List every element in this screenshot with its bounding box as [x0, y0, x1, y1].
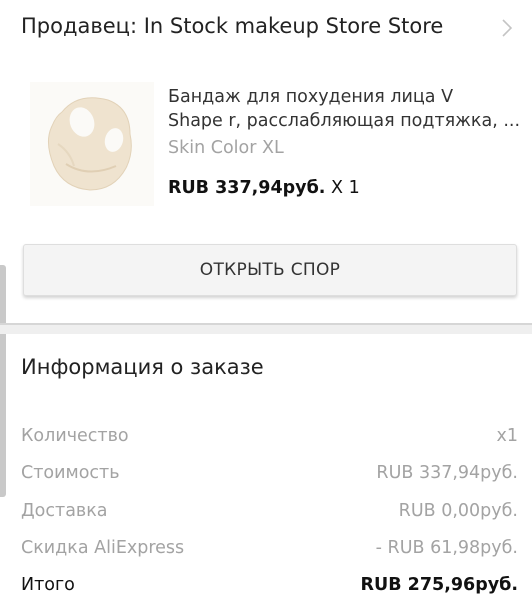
info-label: Количество	[21, 426, 129, 446]
info-value: x1	[496, 426, 519, 446]
product-image[interactable]	[30, 82, 154, 206]
section-gap	[0, 325, 532, 334]
info-row-discount: Скидка AliExpress - RUB 61,98руб.	[21, 534, 518, 562]
product-price-line: RUB 337,94руб. X 1	[168, 178, 360, 198]
info-value: RUB 0,00руб.	[398, 501, 518, 521]
scroll-indicator	[0, 265, 6, 497]
order-detail-page: Продавец: In Stock makeup Store Store Ба…	[0, 0, 532, 604]
info-value: - RUB 61,98руб.	[375, 538, 518, 558]
info-row-cost: Стоимость RUB 337,94руб.	[21, 459, 518, 487]
product-title[interactable]: Бандаж для похудения лица V Shape r, рас…	[168, 85, 520, 133]
chevron-right-icon	[502, 19, 513, 37]
seller-row[interactable]: Продавец: In Stock makeup Store Store	[0, 0, 532, 58]
seller-name: Продавец: In Stock makeup Store Store	[21, 14, 444, 38]
info-value: RUB 275,96руб.	[360, 575, 518, 595]
open-dispute-button[interactable]: ОТКРЫТЬ СПОР	[23, 244, 517, 296]
info-label: Скидка AliExpress	[21, 538, 185, 558]
info-row-total: Итого RUB 275,96руб.	[21, 571, 518, 599]
product-variant: Skin Color XL	[168, 138, 284, 158]
product-title-line-1: Бандаж для похудения лица V	[168, 87, 454, 107]
face-bandage-icon	[48, 97, 132, 191]
info-label: Итого	[21, 575, 75, 595]
product-quantity: X 1	[331, 178, 360, 198]
info-label: Доставка	[21, 501, 108, 521]
info-row-quantity: Количество x1	[21, 422, 518, 450]
product-title-line-2: Shape r, расслабляющая подтяжка, ...	[168, 111, 520, 131]
product-price: RUB 337,94руб.	[168, 178, 326, 198]
order-info-title: Информация о заказе	[21, 355, 264, 379]
info-value: RUB 337,94руб.	[376, 463, 518, 483]
info-label: Стоимость	[21, 463, 120, 483]
info-row-shipping: Доставка RUB 0,00руб.	[21, 497, 518, 525]
